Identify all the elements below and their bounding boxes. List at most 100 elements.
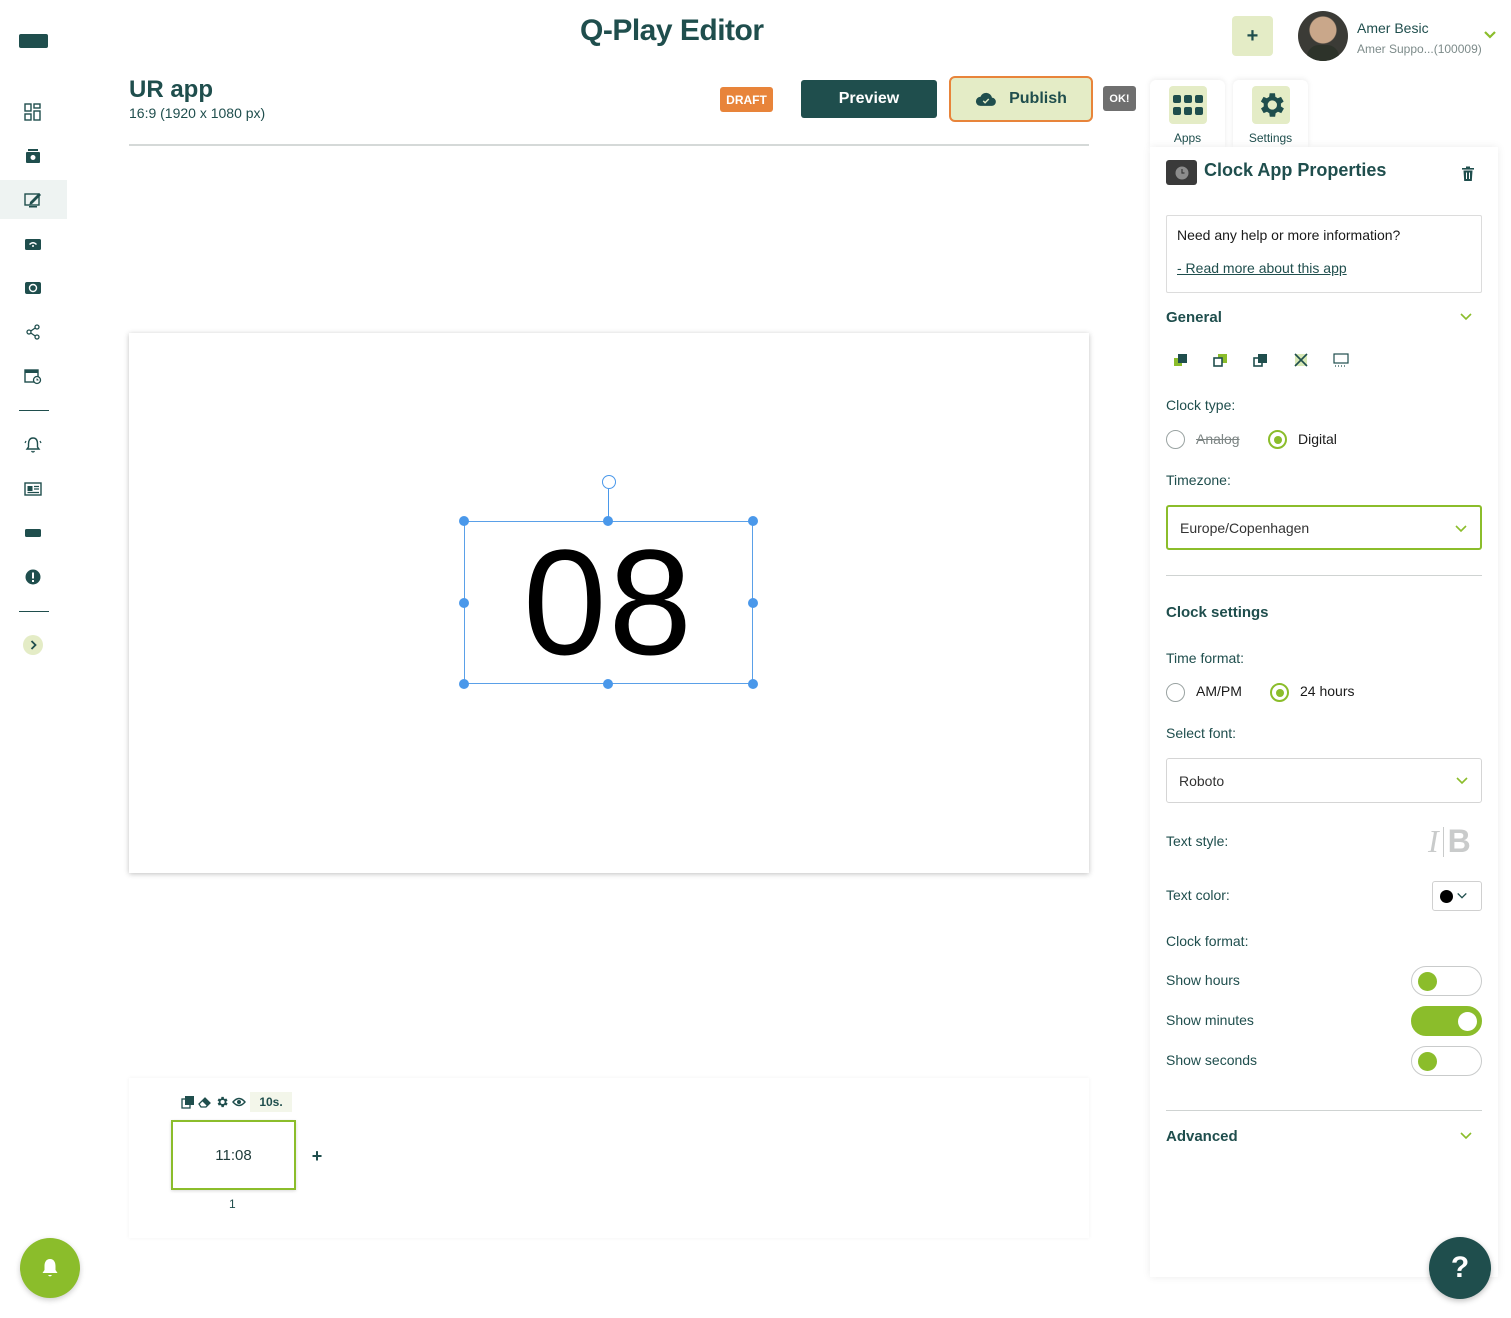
publish-label: Publish: [1009, 90, 1067, 107]
radio-analog-label: Analog: [1196, 431, 1240, 447]
radio-digital[interactable]: [1268, 430, 1287, 449]
help-question: Need any help or more information?: [1177, 227, 1401, 243]
text-color-picker[interactable]: [1432, 881, 1482, 911]
section-general-title[interactable]: General: [1166, 309, 1222, 326]
show-minutes-label: Show minutes: [1166, 1012, 1254, 1028]
preview-button[interactable]: Preview: [801, 80, 937, 118]
media-library-icon[interactable]: [22, 145, 44, 167]
radio-24-hours-label: 24 hours: [1300, 683, 1355, 699]
send-backward-icon[interactable]: [1213, 352, 1229, 368]
expand-nav-icon[interactable]: [22, 634, 44, 656]
chevron-down-icon[interactable]: [1459, 1129, 1473, 1143]
chevron-down-icon: [1456, 777, 1468, 785]
add-button[interactable]: +: [1232, 16, 1273, 56]
resize-handle-s[interactable]: [603, 679, 613, 689]
left-nav: [0, 0, 68, 1318]
chevron-down-icon: [1455, 525, 1467, 533]
radio-analog[interactable]: [1166, 430, 1185, 449]
text-style-controls: I B: [1428, 823, 1471, 860]
show-seconds-toggle[interactable]: [1411, 1046, 1482, 1076]
alerts-bell-icon[interactable]: [22, 434, 44, 456]
share-icon[interactable]: [22, 321, 44, 343]
gear-icon[interactable]: [215, 1095, 229, 1109]
position-icon[interactable]: [1333, 352, 1349, 368]
resize-handle-w[interactable]: [459, 598, 469, 608]
sync-icon[interactable]: [22, 277, 44, 299]
show-minutes-toggle[interactable]: [1411, 1006, 1482, 1036]
document-title: UR app: [129, 76, 213, 103]
help-button[interactable]: ?: [1429, 1237, 1491, 1299]
section-advanced-title[interactable]: Advanced: [1166, 1128, 1238, 1145]
chevron-down-icon[interactable]: [1459, 310, 1473, 324]
nav-divider: [19, 410, 49, 411]
eye-icon[interactable]: [232, 1095, 246, 1109]
radio-digital-label: Digital: [1298, 431, 1337, 447]
resize-handle-ne[interactable]: [748, 516, 758, 526]
tab-settings[interactable]: Settings: [1233, 80, 1308, 148]
status-badge: DRAFT: [720, 87, 773, 112]
section-divider: [1166, 575, 1482, 576]
resize-handle-se[interactable]: [748, 679, 758, 689]
clock-app-icon: [1166, 160, 1197, 185]
cloud-upload-icon: [976, 92, 996, 106]
trash-icon[interactable]: [1461, 166, 1475, 182]
screens-icon[interactable]: [22, 233, 44, 255]
bring-to-front-icon[interactable]: [1253, 352, 1269, 368]
section-divider: [1166, 1110, 1482, 1111]
publish-button[interactable]: Publish: [949, 76, 1093, 122]
info-alert-icon[interactable]: [22, 566, 44, 588]
resize-handle-e[interactable]: [748, 598, 758, 608]
fullscreen-icon[interactable]: [1293, 352, 1309, 368]
duplicate-icon[interactable]: [181, 1095, 195, 1109]
layer-tools: [1173, 352, 1349, 368]
dashboard-icon[interactable]: [22, 101, 44, 123]
slide-tools: [181, 1094, 246, 1110]
user-account: Amer Suppo...(100009): [1357, 42, 1482, 56]
tab-settings-label: Settings: [1248, 131, 1293, 145]
resize-handle-n[interactable]: [603, 516, 613, 526]
tab-apps-label: Apps: [1173, 131, 1202, 145]
menu-toggle-icon[interactable]: [19, 30, 49, 52]
editor-icon[interactable]: [22, 189, 44, 211]
header-divider: [129, 144, 1089, 146]
timezone-value: Europe/Copenhagen: [1180, 519, 1310, 536]
schedule-icon[interactable]: [22, 365, 44, 387]
rotate-handle[interactable]: [602, 475, 616, 489]
resize-handle-nw[interactable]: [459, 516, 469, 526]
italic-toggle[interactable]: I: [1428, 823, 1439, 860]
eraser-icon[interactable]: [198, 1095, 212, 1109]
bring-forward-icon[interactable]: [1173, 352, 1189, 368]
text-style-separator: [1442, 826, 1444, 857]
user-name[interactable]: Amer Besic: [1357, 20, 1429, 36]
bold-toggle[interactable]: B: [1448, 823, 1471, 860]
show-hours-toggle[interactable]: [1411, 966, 1482, 996]
tab-apps[interactable]: Apps: [1150, 80, 1225, 148]
resize-handle-sw[interactable]: [459, 679, 469, 689]
radio-24-hours[interactable]: [1270, 683, 1289, 702]
toggle-knob: [1418, 1052, 1437, 1071]
nav-divider: [19, 611, 49, 612]
chevron-down-icon[interactable]: [1482, 27, 1498, 43]
selection-box[interactable]: [464, 521, 753, 684]
slide-duration[interactable]: 10s.: [250, 1092, 292, 1112]
news-icon[interactable]: [22, 478, 44, 500]
slide-number: 1: [229, 1197, 236, 1211]
display-icon[interactable]: [22, 522, 44, 544]
notifications-button[interactable]: [20, 1238, 80, 1298]
timezone-select[interactable]: Europe/Copenhagen: [1166, 505, 1482, 550]
toggle-knob: [1458, 1012, 1477, 1031]
slide-thumbnail[interactable]: 11:08: [171, 1120, 296, 1190]
read-more-link[interactable]: - Read more about this app: [1177, 260, 1347, 276]
radio-ampm[interactable]: [1166, 683, 1185, 702]
app-title: Q-Play Editor: [580, 14, 764, 47]
add-slide-button[interactable]: +: [308, 1146, 326, 1166]
font-select[interactable]: Roboto: [1166, 758, 1482, 803]
show-hours-label: Show hours: [1166, 972, 1240, 988]
font-label: Select font:: [1166, 725, 1237, 741]
toggle-knob: [1418, 972, 1437, 991]
document-resolution: 16:9 (1920 x 1080 px): [129, 105, 266, 121]
timezone-label: Timezone:: [1166, 472, 1231, 488]
font-value: Roboto: [1179, 772, 1225, 789]
avatar[interactable]: [1298, 11, 1348, 61]
section-clock-settings-title: Clock settings: [1166, 604, 1269, 621]
